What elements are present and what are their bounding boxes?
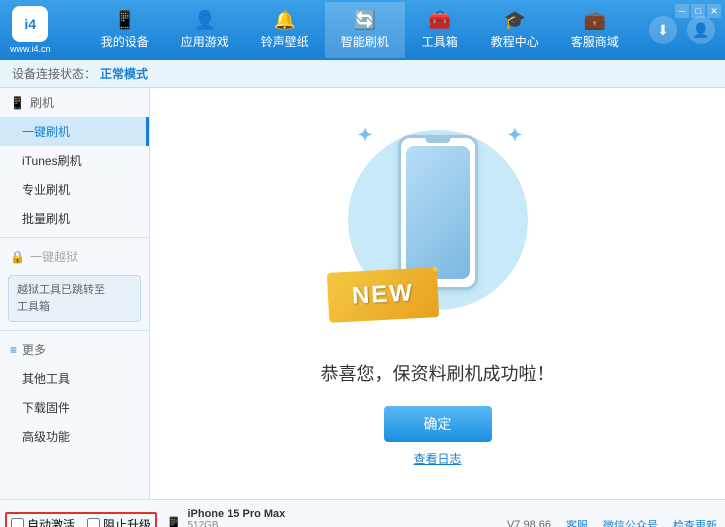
device-details: iPhone 15 Pro Max 512GB iPhone [187,508,285,527]
device-icon: 📱 [114,10,136,31]
main-layout: 📱 刷机 一键刷机 iTunes刷机 专业刷机 批量刷机 🔒 一键越狱 越狱工具… [0,88,725,499]
nav-tutorial-label: 教程中心 [491,33,539,50]
tutorial-icon: 🎓 [504,10,526,31]
sidebar-item-batch-flash[interactable]: 批量刷机 [0,204,149,233]
checkbox-group: 自动激活 阻止升级 [5,512,157,527]
apps-icon: 👤 [194,10,216,31]
sidebar-section-more[interactable]: ≡ 更多 [0,335,149,364]
success-message: 恭喜您，保资料刷机成功啦！ [321,360,555,386]
check-update-link[interactable]: 检查更新 [673,517,717,527]
nav-toolbox-label: 工具箱 [422,33,458,50]
nav-smart-flash-label: 智能刷机 [341,33,389,50]
new-banner: NEW ★ [326,267,438,323]
ringtone-icon: 🔔 [274,10,296,31]
sidebar-item-pro-flash[interactable]: 专业刷机 [0,175,149,204]
new-banner-stars: ★ [430,264,440,275]
bottom-right: V7.98.66 客服 微信公众号 检查更新 [507,517,717,527]
sidebar-item-itunes-flash[interactable]: iTunes刷机 [0,146,149,175]
device-storage: 512GB [187,520,285,527]
lock-section-icon: 🔒 [10,250,25,264]
auto-activate-checkbox[interactable]: 自动激活 [11,516,75,527]
sidebar-item-advanced[interactable]: 高级功能 [0,422,149,451]
flash-section-icon: 📱 [10,96,25,110]
nav-ringtone-label: 铃声壁纸 [261,33,309,50]
nav-right: ⬇ 👤 [649,16,715,44]
anti-upgrade-checkbox[interactable]: 阻止升级 [87,516,151,527]
sidebar-section-flash[interactable]: 📱 刷机 [0,88,149,117]
sidebar-item-one-key-flash[interactable]: 一键刷机 [0,117,149,146]
nav-bar: 📱 我的设备 👤 应用游戏 🔔 铃声壁纸 🔄 智能刷机 🧰 工具箱 🎓 教程中心… [71,2,649,58]
user-button[interactable]: 👤 [687,16,715,44]
device-name: iPhone 15 Pro Max [187,508,285,520]
nav-my-device[interactable]: 📱 我的设备 [85,2,165,58]
divider-2 [0,330,149,331]
device-info: 📱 iPhone 15 Pro Max 512GB iPhone [165,508,285,527]
toolbox-icon: 🧰 [429,10,451,31]
sparkle-2: ✦ [507,125,522,146]
jailbreak-note: 越狱工具已跳转至工具箱 [8,275,141,322]
divider-1 [0,237,149,238]
auto-activate-input[interactable] [11,518,24,527]
nav-tutorial[interactable]: 🎓 教程中心 [475,2,555,58]
nav-smart-flash[interactable]: 🔄 智能刷机 [325,2,405,58]
sidebar-section-jailbreak: 🔒 一键越狱 [0,242,149,271]
minimize-button[interactable]: ─ [675,4,689,18]
confirm-button[interactable]: 确定 [384,406,492,442]
sparkle-1: ✦ [358,125,373,146]
header: i4 www.i4.cn 📱 我的设备 👤 应用游戏 🔔 铃声壁纸 🔄 智能刷机… [0,0,725,60]
logo-icon: i4 [12,6,48,42]
wechat-link[interactable]: 微信公众号 [603,517,658,527]
phone-screen [406,146,470,279]
customer-service-link[interactable]: 客服 [566,517,588,527]
nav-toolbox[interactable]: 🧰 工具箱 [405,2,475,58]
more-section-icon: ≡ [10,343,17,357]
status-value: 正常模式 [100,65,148,82]
anti-upgrade-label: 阻止升级 [103,516,151,527]
nav-service-label: 客服商域 [571,33,619,50]
phone-notch [425,138,450,143]
sidebar-item-download-firmware[interactable]: 下载固件 [0,393,149,422]
flash-section-label: 刷机 [30,94,54,111]
nav-ringtone[interactable]: 🔔 铃声壁纸 [245,2,325,58]
device-phone-icon: 📱 [165,516,182,527]
nav-app-games[interactable]: 👤 应用游戏 [165,2,245,58]
version-label: V7.98.66 [507,519,551,527]
flash-icon: 🔄 [354,10,376,31]
sidebar-item-other-tools[interactable]: 其他工具 [0,364,149,393]
maximize-button[interactable]: □ [691,4,705,18]
download-button[interactable]: ⬇ [649,16,677,44]
close-button[interactable]: ✕ [707,4,721,18]
auto-activate-label: 自动激活 [27,516,75,527]
phone-illustration: ✦ ✦ ✦ NEW ★ [338,120,538,340]
service-icon: 💼 [584,10,606,31]
sub-header: 设备连接状态： 正常模式 [0,60,725,88]
status-label: 设备连接状态： [12,65,96,82]
log-link[interactable]: 查看日志 [413,450,461,467]
logo-text: www.i4.cn [10,44,51,54]
window-controls: ─ □ ✕ [675,4,721,18]
nav-my-device-label: 我的设备 [101,33,149,50]
sidebar: 📱 刷机 一键刷机 iTunes刷机 专业刷机 批量刷机 🔒 一键越狱 越狱工具… [0,88,150,499]
main-content: ✦ ✦ ✦ NEW ★ 恭喜您，保资料刷机成功啦！ 确定 查看日志 [150,88,725,499]
jailbreak-section-label: 一键越狱 [30,248,78,265]
new-banner-text: NEW [351,279,414,310]
more-section-label: 更多 [22,341,46,358]
bottom-bar: 自动激活 阻止升级 📱 iPhone 15 Pro Max 512GB iPho… [0,499,725,527]
nav-app-games-label: 应用游戏 [181,33,229,50]
nav-service[interactable]: 💼 客服商域 [555,2,635,58]
anti-upgrade-input[interactable] [87,518,100,527]
logo: i4 www.i4.cn [10,6,51,54]
